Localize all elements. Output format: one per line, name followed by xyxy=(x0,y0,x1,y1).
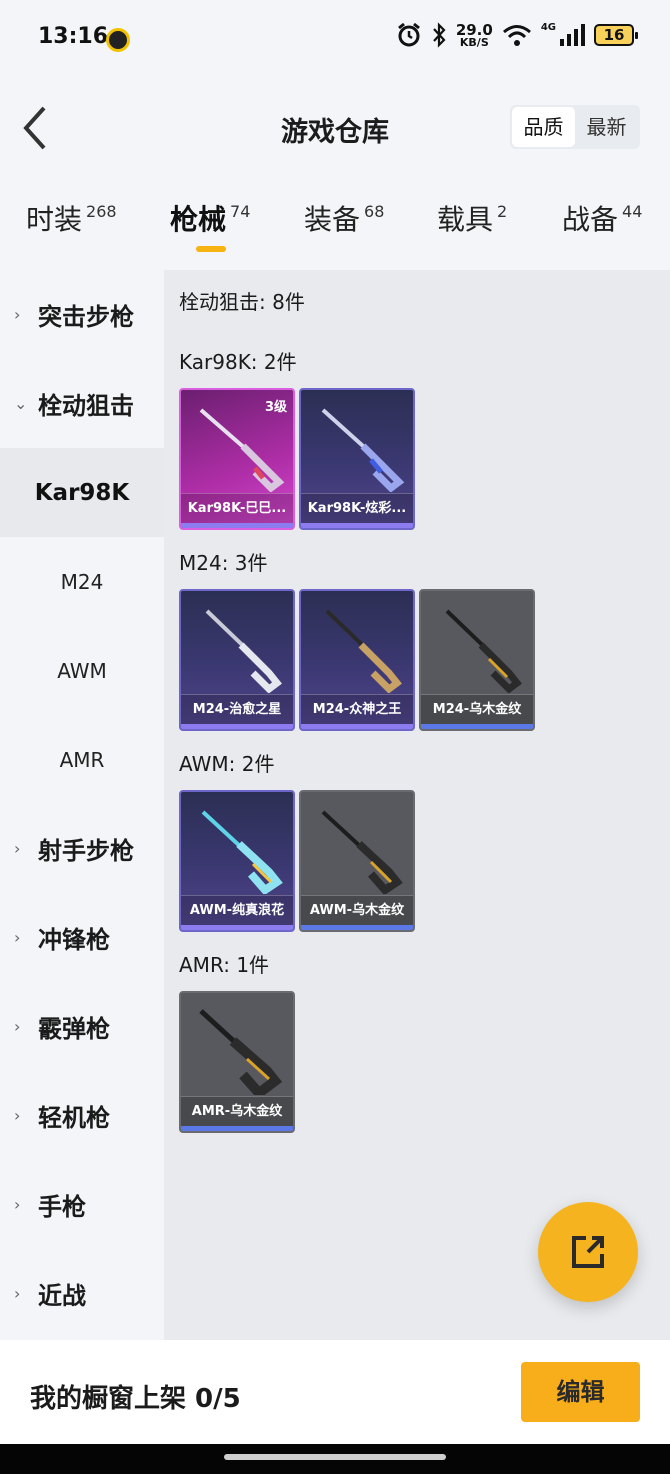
sidebar-item-lmg[interactable]: › 轻机枪 xyxy=(0,1071,164,1160)
status-icons: 29.0 KB/S 4G 16 xyxy=(396,20,638,49)
status-bar: 13:16 29.0 KB/S 4G 16 xyxy=(0,0,670,80)
wifi-icon xyxy=(502,25,531,46)
share-button[interactable] xyxy=(538,1202,638,1302)
skin-card[interactable]: Kar98K-炫彩... xyxy=(299,388,415,530)
sidebar-subitem-m24[interactable]: M24 xyxy=(0,537,164,626)
active-tab-indicator xyxy=(196,246,226,252)
system-nav-bar xyxy=(0,1444,670,1474)
tab-supplies[interactable]: 战备 44 xyxy=(562,198,642,262)
chevron-right-icon: › xyxy=(14,1106,21,1125)
rarity-bar xyxy=(301,724,413,729)
chevron-right-icon: › xyxy=(14,1017,21,1036)
skin-card[interactable]: M24-治愈之星 xyxy=(179,589,295,731)
page-header: 游戏仓库 品质 最新 xyxy=(0,90,670,166)
rifle-image xyxy=(201,810,283,894)
skin-card[interactable]: AWM-纯真浪花 xyxy=(179,790,295,932)
chevron-right-icon: › xyxy=(14,928,21,947)
skin-name: M24-乌木金纹 xyxy=(421,694,533,724)
sort-by-quality[interactable]: 品质 xyxy=(512,107,575,147)
tab-equipment[interactable]: 装备 68 xyxy=(304,198,384,262)
skin-name: AWM-纯真浪花 xyxy=(181,895,293,925)
app-notification-icon xyxy=(106,28,130,52)
edit-button[interactable]: 编辑 xyxy=(521,1362,640,1422)
rarity-bar xyxy=(301,925,413,930)
showcase-status: 我的橱窗上架 0/5 xyxy=(30,1384,241,1414)
sidebar-item-marksman-rifle[interactable]: › 射手步枪 xyxy=(0,804,164,893)
status-time: 13:16 xyxy=(38,24,109,49)
skin-card[interactable]: M24-众神之王 xyxy=(299,589,415,731)
skin-card[interactable]: AWM-乌木金纹 xyxy=(299,790,415,932)
section-heading: 栓动狙击: 8件 xyxy=(179,290,305,314)
sidebar-item-assault-rifle[interactable]: › 突击步枪 xyxy=(0,270,164,359)
external-link-icon xyxy=(572,1236,604,1268)
network-speed: 29.0 KB/S xyxy=(455,20,493,49)
rarity-bar xyxy=(181,724,293,729)
chevron-right-icon: › xyxy=(14,839,21,858)
battery-icon: 16 xyxy=(594,24,638,46)
bluetooth-icon xyxy=(432,22,446,48)
tab-vehicles[interactable]: 载具 2 xyxy=(437,198,507,262)
sidebar-item-smg[interactable]: › 冲锋枪 xyxy=(0,893,164,982)
sort-by-newest[interactable]: 最新 xyxy=(575,107,638,147)
tab-firearms[interactable]: 枪械 74 xyxy=(170,198,250,262)
sidebar-item-bolt-sniper[interactable]: ⌄ 栓动狙击 xyxy=(0,359,164,448)
sidebar-subitem-awm[interactable]: AWM xyxy=(0,626,164,715)
category-tabs: 时装 268 枪械 74 装备 68 载具 2 战备 44 xyxy=(0,198,670,262)
skin-card[interactable]: M24-乌木金纹 xyxy=(419,589,535,731)
rarity-bar xyxy=(181,925,293,930)
rifle-image xyxy=(321,408,405,492)
sidebar-subitem-kar98k[interactable]: Kar98K xyxy=(0,448,164,537)
group-title-m24: M24: 3件 xyxy=(179,551,268,575)
skin-card[interactable]: AMR-乌木金纹 xyxy=(179,991,295,1133)
rifle-image xyxy=(325,609,402,693)
skin-name: AWM-乌木金纹 xyxy=(301,895,413,925)
weapon-type-sidebar: › 突击步枪 ⌄ 栓动狙击 Kar98K M24 AWM AMR › 射手步枪 … xyxy=(0,270,164,1340)
rifle-image xyxy=(199,1009,283,1095)
rarity-bar xyxy=(181,523,293,528)
rifle-image xyxy=(321,810,403,894)
chevron-down-icon: ⌄ xyxy=(14,394,28,413)
rifle-image xyxy=(205,609,282,693)
rifle-image xyxy=(445,609,522,693)
group-title-awm: AWM: 2件 xyxy=(179,752,275,776)
group-title-kar98k: Kar98K: 2件 xyxy=(179,350,297,374)
rarity-bar xyxy=(301,523,413,528)
sidebar-subitem-amr[interactable]: AMR xyxy=(0,715,164,804)
chevron-right-icon: › xyxy=(14,1284,21,1303)
skin-name: M24-治愈之星 xyxy=(181,694,293,724)
chevron-right-icon: › xyxy=(14,305,21,324)
level-badge: 3级 xyxy=(264,400,287,415)
chevron-left-icon xyxy=(23,106,46,150)
rarity-bar xyxy=(181,1126,293,1131)
sidebar-item-melee[interactable]: › 近战 xyxy=(0,1249,164,1338)
rifle-image xyxy=(199,408,285,492)
rarity-bar xyxy=(421,724,533,729)
group-title-amr: AMR: 1件 xyxy=(179,953,270,977)
skin-name: Kar98K-炫彩... xyxy=(301,493,413,523)
back-button[interactable] xyxy=(14,100,62,156)
network-type: 4G xyxy=(540,21,556,33)
skin-name: Kar98K-巳巳... xyxy=(181,493,293,523)
skin-name: AMR-乌木金纹 xyxy=(181,1096,293,1126)
sidebar-item-shotgun[interactable]: › 霰弹枪 xyxy=(0,982,164,1071)
sidebar-item-pistol[interactable]: › 手枪 xyxy=(0,1160,164,1249)
signal-icon xyxy=(560,24,585,46)
weapon-skin-panel: 栓动狙击: 8件 Kar98K: 2件 3级 Kar98K-巳巳... Kar9… xyxy=(164,270,670,1340)
alarm-icon xyxy=(397,22,420,47)
skin-name: M24-众神之王 xyxy=(301,694,413,724)
sort-toggle: 品质 最新 xyxy=(510,105,640,149)
tab-costume[interactable]: 时装 268 xyxy=(26,198,117,262)
skin-card[interactable]: 3级 Kar98K-巳巳... xyxy=(179,388,295,530)
home-indicator[interactable] xyxy=(224,1454,446,1460)
chevron-right-icon: › xyxy=(14,1195,21,1214)
showcase-bar: 我的橱窗上架 0/5 编辑 xyxy=(0,1340,670,1444)
